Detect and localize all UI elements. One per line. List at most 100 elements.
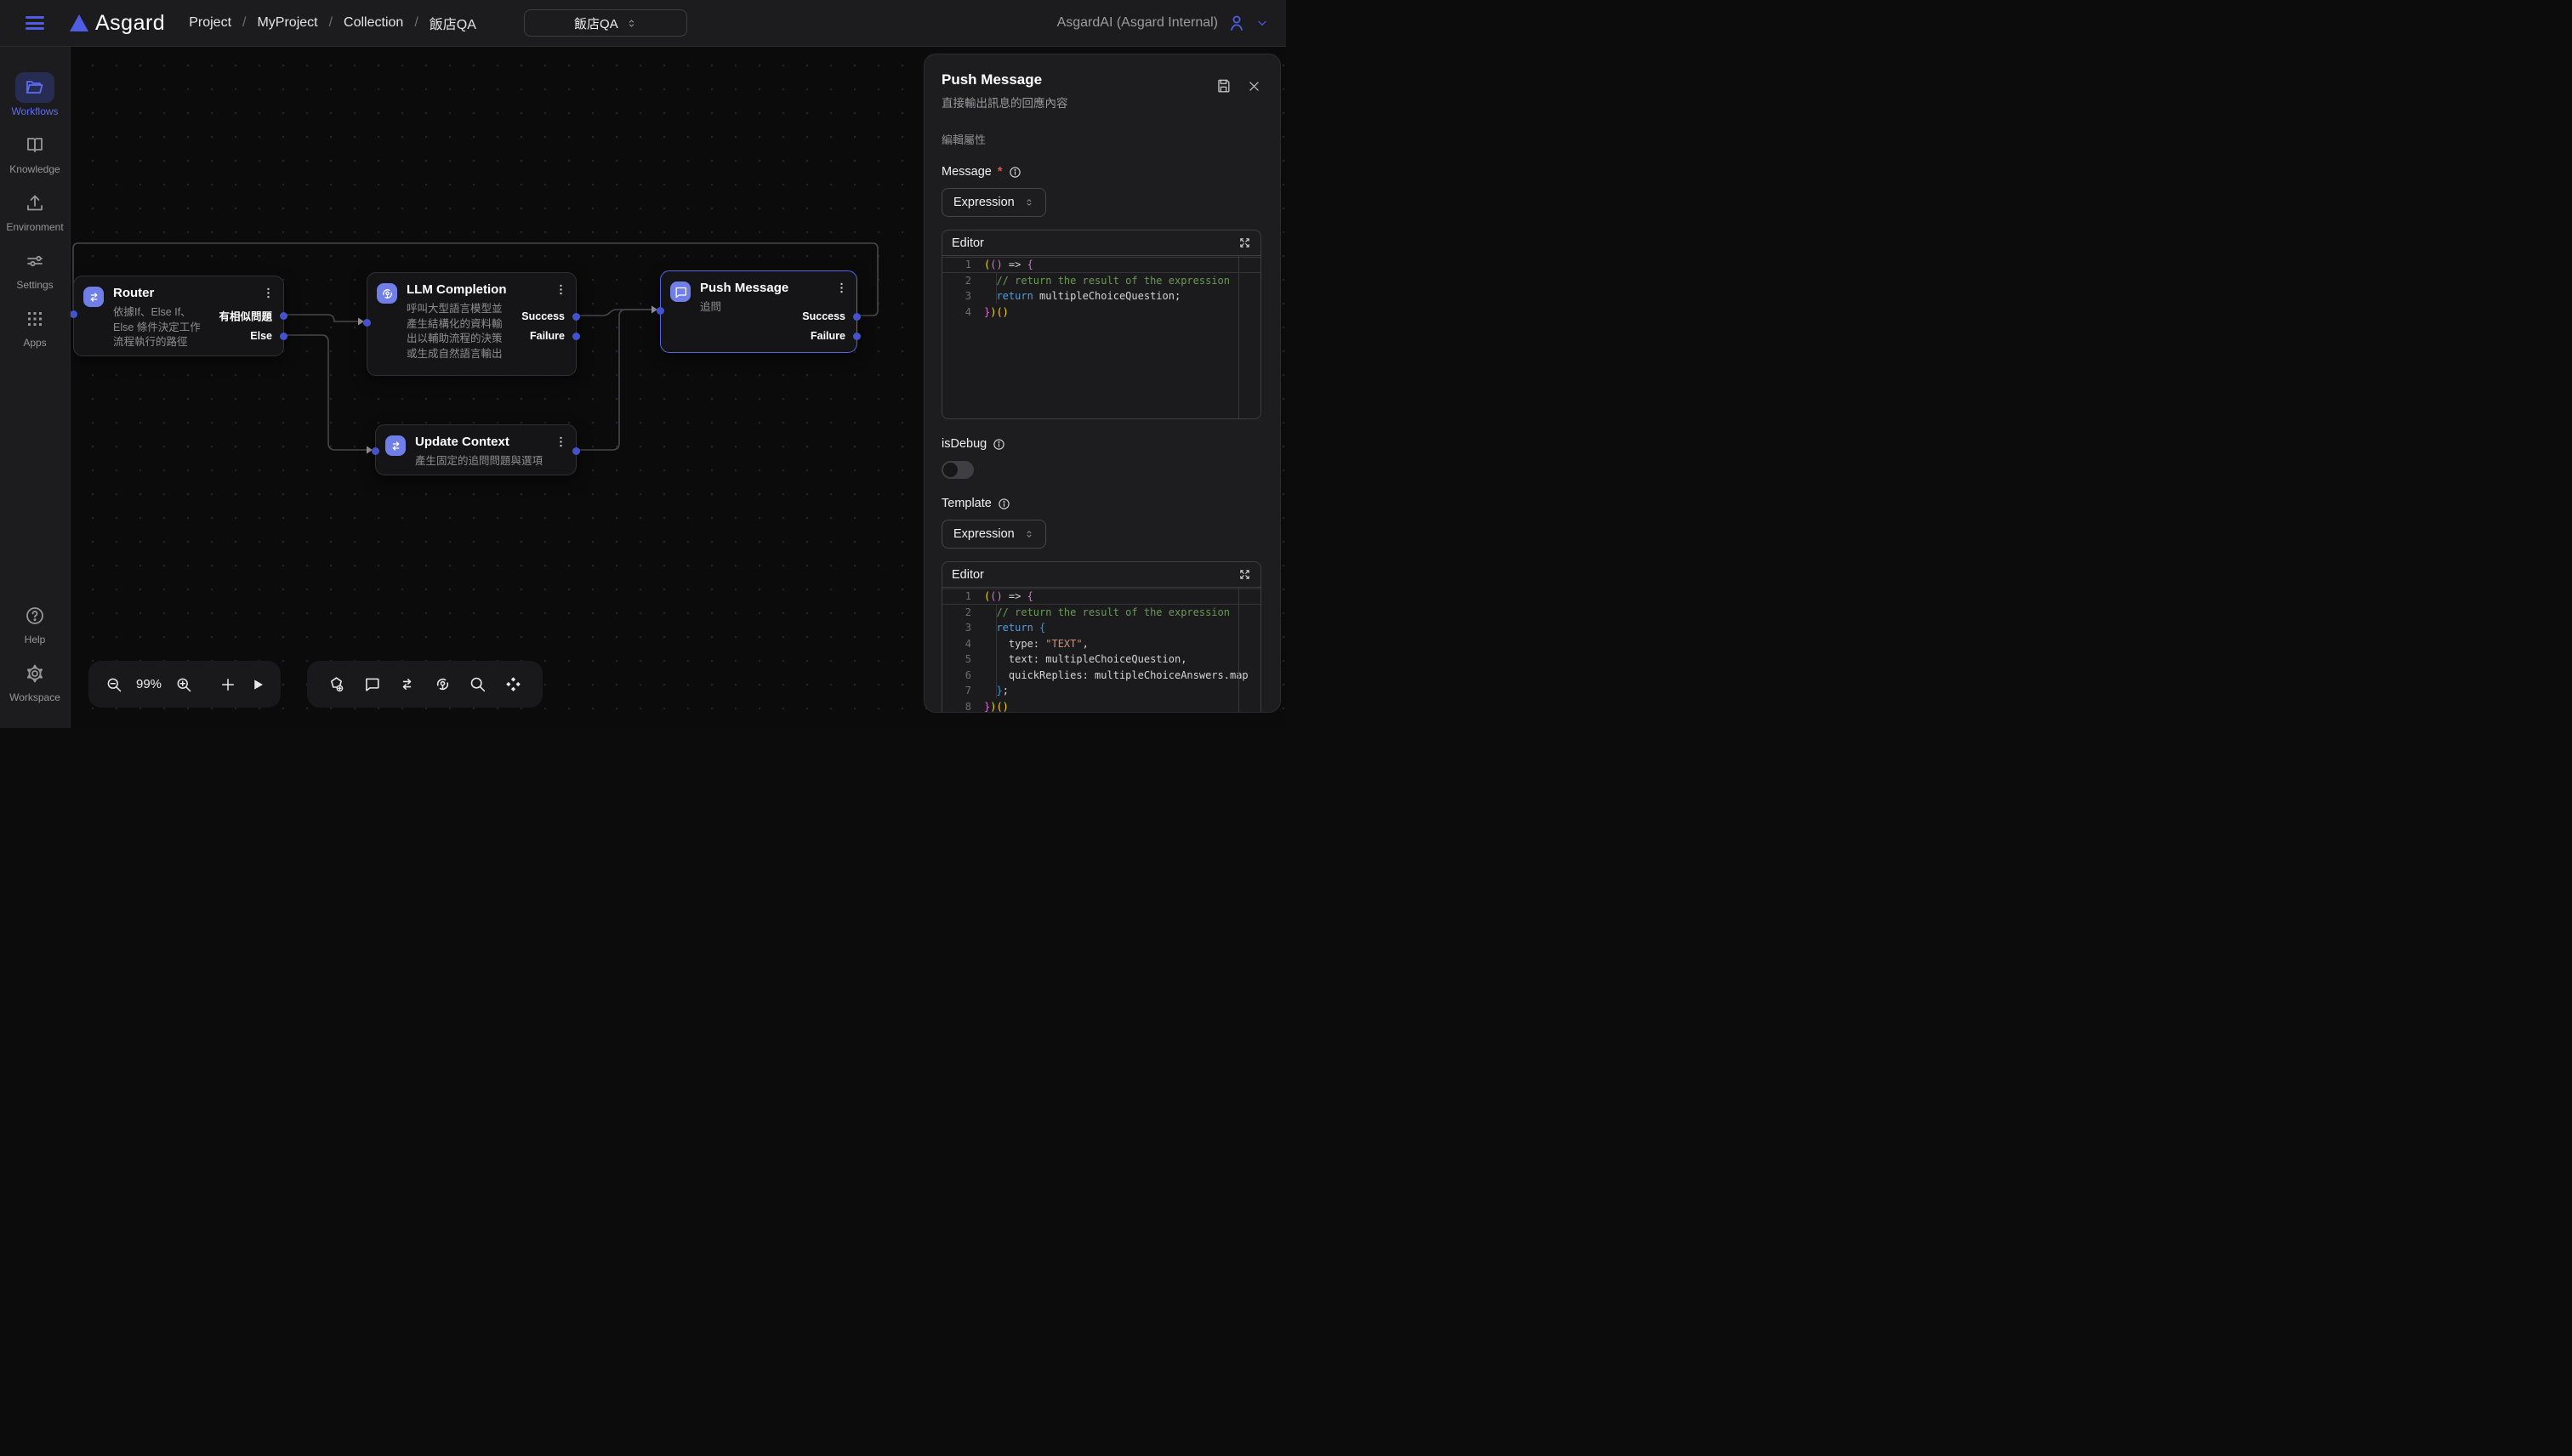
expand-icon[interactable] [1238,568,1251,581]
kebab-menu-icon[interactable] [261,286,276,304]
zoom-toolbar: 99% [88,661,281,708]
sidebar-item-apps[interactable]: Apps [15,304,54,349]
menu-icon[interactable] [26,16,44,30]
input-port[interactable] [372,447,379,455]
node-add-icon[interactable] [327,675,345,693]
folder-icon [15,72,54,103]
info-icon[interactable] [998,498,1010,510]
template-expression-editor[interactable]: Editor 1(() => {2 // return the result o… [942,561,1261,713]
info-icon[interactable] [1009,166,1021,179]
node-title: LLM Completion [407,282,506,297]
code-line: 4 type: "TEXT", [942,636,1260,652]
node-description: 產生固定的追問問題與選項 [415,454,577,469]
account-name: AsgardAI (Asgard Internal) [1057,15,1218,31]
output-port-label: 有相似問題 [219,308,272,324]
left-sidebar: Workflows Knowledge Environment Settings App… [0,47,71,728]
input-port[interactable] [657,307,664,315]
output-port[interactable] [572,447,580,455]
message-expression-editor[interactable]: Editor 1(() => {2 // return the result o… [942,230,1261,419]
asgard-logo-icon [70,14,88,31]
expand-icon[interactable] [1238,236,1251,249]
code-line: 2 // return the result of the expression [942,605,1260,621]
search-icon[interactable] [469,675,487,693]
code-line: 3 return multipleChoiceQuestion; [942,288,1260,304]
output-port[interactable] [853,333,861,340]
breadcrumb-item[interactable]: Collection [344,15,403,31]
workflow-node-llm-completion[interactable]: LLM Completion呼叫大型語言模型並產生結構化的資料輸出以輔助流程的決… [367,272,577,376]
code-line: 5 text: multipleChoiceQuestion, [942,651,1260,668]
sidebar-item-label: Environment [6,221,63,233]
sidebar-item-knowledge[interactable]: Knowledge [9,130,60,175]
zoom-in-button[interactable] [175,676,192,693]
message-type-select[interactable]: Expression [942,188,1046,217]
llm-circle-icon[interactable] [434,675,452,693]
input-port[interactable] [71,310,77,318]
template-field-label: Template [942,497,1261,510]
asgard-workflow-editor: Asgard Project/MyProject/Collection/飯店QA… [0,0,1286,728]
required-marker: * [998,165,1003,179]
output-port[interactable] [572,333,580,340]
node-detail-panel: Push Message 直接輸出訊息的回應內容 編輯屬性 Message * … [924,54,1281,713]
code-area[interactable]: 1(() => {2 // return the result of the e… [942,256,1260,418]
node-description: 追問 [700,300,819,316]
output-port[interactable] [853,313,861,321]
message-field-label: Message * [942,165,1261,179]
code-line: 6 quickReplies: multipleChoiceAnswers.ma… [942,668,1260,684]
workflow-node-update-context[interactable]: Update Context產生固定的追問問題與選項 [375,424,577,475]
upload-icon [15,188,54,219]
template-type-select[interactable]: Expression [942,520,1046,549]
output-port[interactable] [572,313,580,321]
breadcrumb-item[interactable]: MyProject [257,15,317,31]
code-line: 8})() [942,699,1260,714]
panel-title: Push Message [942,71,1068,88]
input-port[interactable] [363,319,371,327]
chat-outline-icon[interactable] [363,675,381,693]
add-button[interactable] [219,676,236,693]
sidebar-item-help[interactable]: Help [15,600,54,646]
llm-icon [377,283,397,304]
sidebar-item-workflows[interactable]: Workflows [11,72,58,117]
section-label: 編輯屬性 [942,131,1261,147]
sidebar-item-label: Workflows [11,105,58,117]
swap-arrows-icon[interactable] [398,675,416,693]
kebab-menu-icon[interactable] [554,282,568,301]
zoom-level: 99% [136,677,162,691]
isdebug-toggle[interactable] [942,461,974,479]
move-diamonds-icon[interactable] [504,675,522,693]
code-line: 1(() => { [942,589,1260,605]
chevron-down-icon[interactable] [1255,16,1269,30]
sidebar-item-label: Help [25,634,46,646]
sidebar-item-settings[interactable]: Settings [15,246,54,291]
output-port[interactable] [280,312,287,320]
breadcrumb: Project/MyProject/Collection/飯店QA [189,13,476,33]
sidebar-item-workspace[interactable]: Workspace [9,658,60,703]
editor-title: Editor [952,236,984,250]
save-icon[interactable] [1215,78,1232,94]
breadcrumb-item[interactable]: 飯店QA [430,13,476,33]
help-icon [15,600,54,631]
close-icon[interactable] [1247,78,1261,94]
workflow-node-router[interactable]: Router依據If、Else If、Else 條件決定工作流程執行的路徑有相似… [73,276,284,356]
code-line: 4})() [942,304,1260,321]
run-button[interactable] [250,677,265,692]
output-port[interactable] [280,333,287,340]
info-icon[interactable] [993,438,1005,451]
kebab-menu-icon[interactable] [834,281,849,299]
person-icon[interactable] [1226,13,1247,33]
workflow-node-push-message[interactable]: Push Message追問SuccessFailure [660,270,857,353]
sliders-icon [15,246,54,276]
book-icon [15,130,54,161]
kebab-menu-icon[interactable] [554,435,568,453]
chevron-updown-icon [1024,529,1034,539]
code-line: 1(() => { [942,257,1260,273]
chevron-updown-icon [1024,197,1034,208]
breadcrumb-item[interactable]: Project [189,15,231,31]
code-area[interactable]: 1(() => {2 // return the result of the e… [942,588,1260,713]
zoom-out-button[interactable] [105,676,122,693]
workflow-select[interactable]: 飯店QA [524,9,687,37]
code-line: 2 // return the result of the expression [942,273,1260,289]
swap-icon [83,287,104,307]
brand-name: Asgard [95,11,165,36]
sidebar-item-environment[interactable]: Environment [6,188,63,233]
sidebar-item-label: Apps [23,337,46,349]
